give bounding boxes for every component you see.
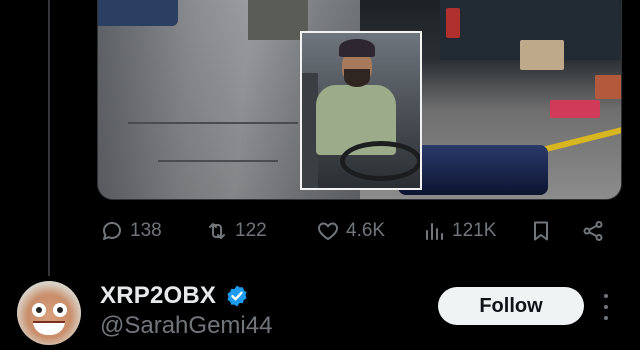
views-button[interactable]: 121K <box>422 212 496 250</box>
avatar-eye <box>53 303 67 317</box>
driver-beard <box>344 69 370 87</box>
debris-pink <box>550 100 600 118</box>
roadside-figures <box>248 0 308 40</box>
verified-badge-icon <box>227 285 247 307</box>
tweet-actions: 138 122 4.6K 121K <box>97 212 617 250</box>
tweet-media[interactable] <box>97 0 622 200</box>
reply-button[interactable]: 138 <box>100 212 162 250</box>
repost-count: 122 <box>235 220 267 241</box>
more-options-icon[interactable] <box>600 294 612 320</box>
share-button[interactable] <box>581 212 605 250</box>
thread-connector-line <box>48 0 50 276</box>
analytics-icon <box>426 223 443 240</box>
repost-button[interactable]: 122 <box>205 212 267 250</box>
dot <box>604 294 608 298</box>
user-handle[interactable]: @SarahGemi44 <box>100 312 272 340</box>
heart-icon <box>318 222 338 240</box>
debris-box <box>595 75 621 99</box>
like-button[interactable]: 4.6K <box>316 212 385 250</box>
reply-count: 138 <box>130 220 162 241</box>
debris-cargo <box>520 40 564 70</box>
bookmark-icon <box>534 221 548 241</box>
suggested-user-card: XRP2OBX @SarahGemi44 Follow <box>0 272 640 350</box>
avatar[interactable] <box>17 281 81 345</box>
dot <box>604 316 608 320</box>
like-count: 4.6K <box>346 220 386 241</box>
view-count: 121K <box>452 220 497 241</box>
blue-vehicle <box>98 0 178 26</box>
avatar-eye <box>32 303 46 317</box>
red-tail-light <box>446 8 460 38</box>
road-crack <box>128 122 298 124</box>
steering-wheel <box>340 141 420 181</box>
dot <box>604 305 608 309</box>
road-crack <box>158 160 278 162</box>
display-name[interactable]: XRP2OBX <box>100 282 216 310</box>
repost-icon <box>209 223 225 239</box>
bookmark-button[interactable] <box>529 212 553 250</box>
driver-inset-image <box>300 31 422 190</box>
avatar-mouth <box>33 321 65 335</box>
reply-icon <box>102 222 121 240</box>
driver-turban <box>339 39 375 57</box>
share-icon <box>583 221 603 241</box>
follow-button[interactable]: Follow <box>438 287 584 325</box>
